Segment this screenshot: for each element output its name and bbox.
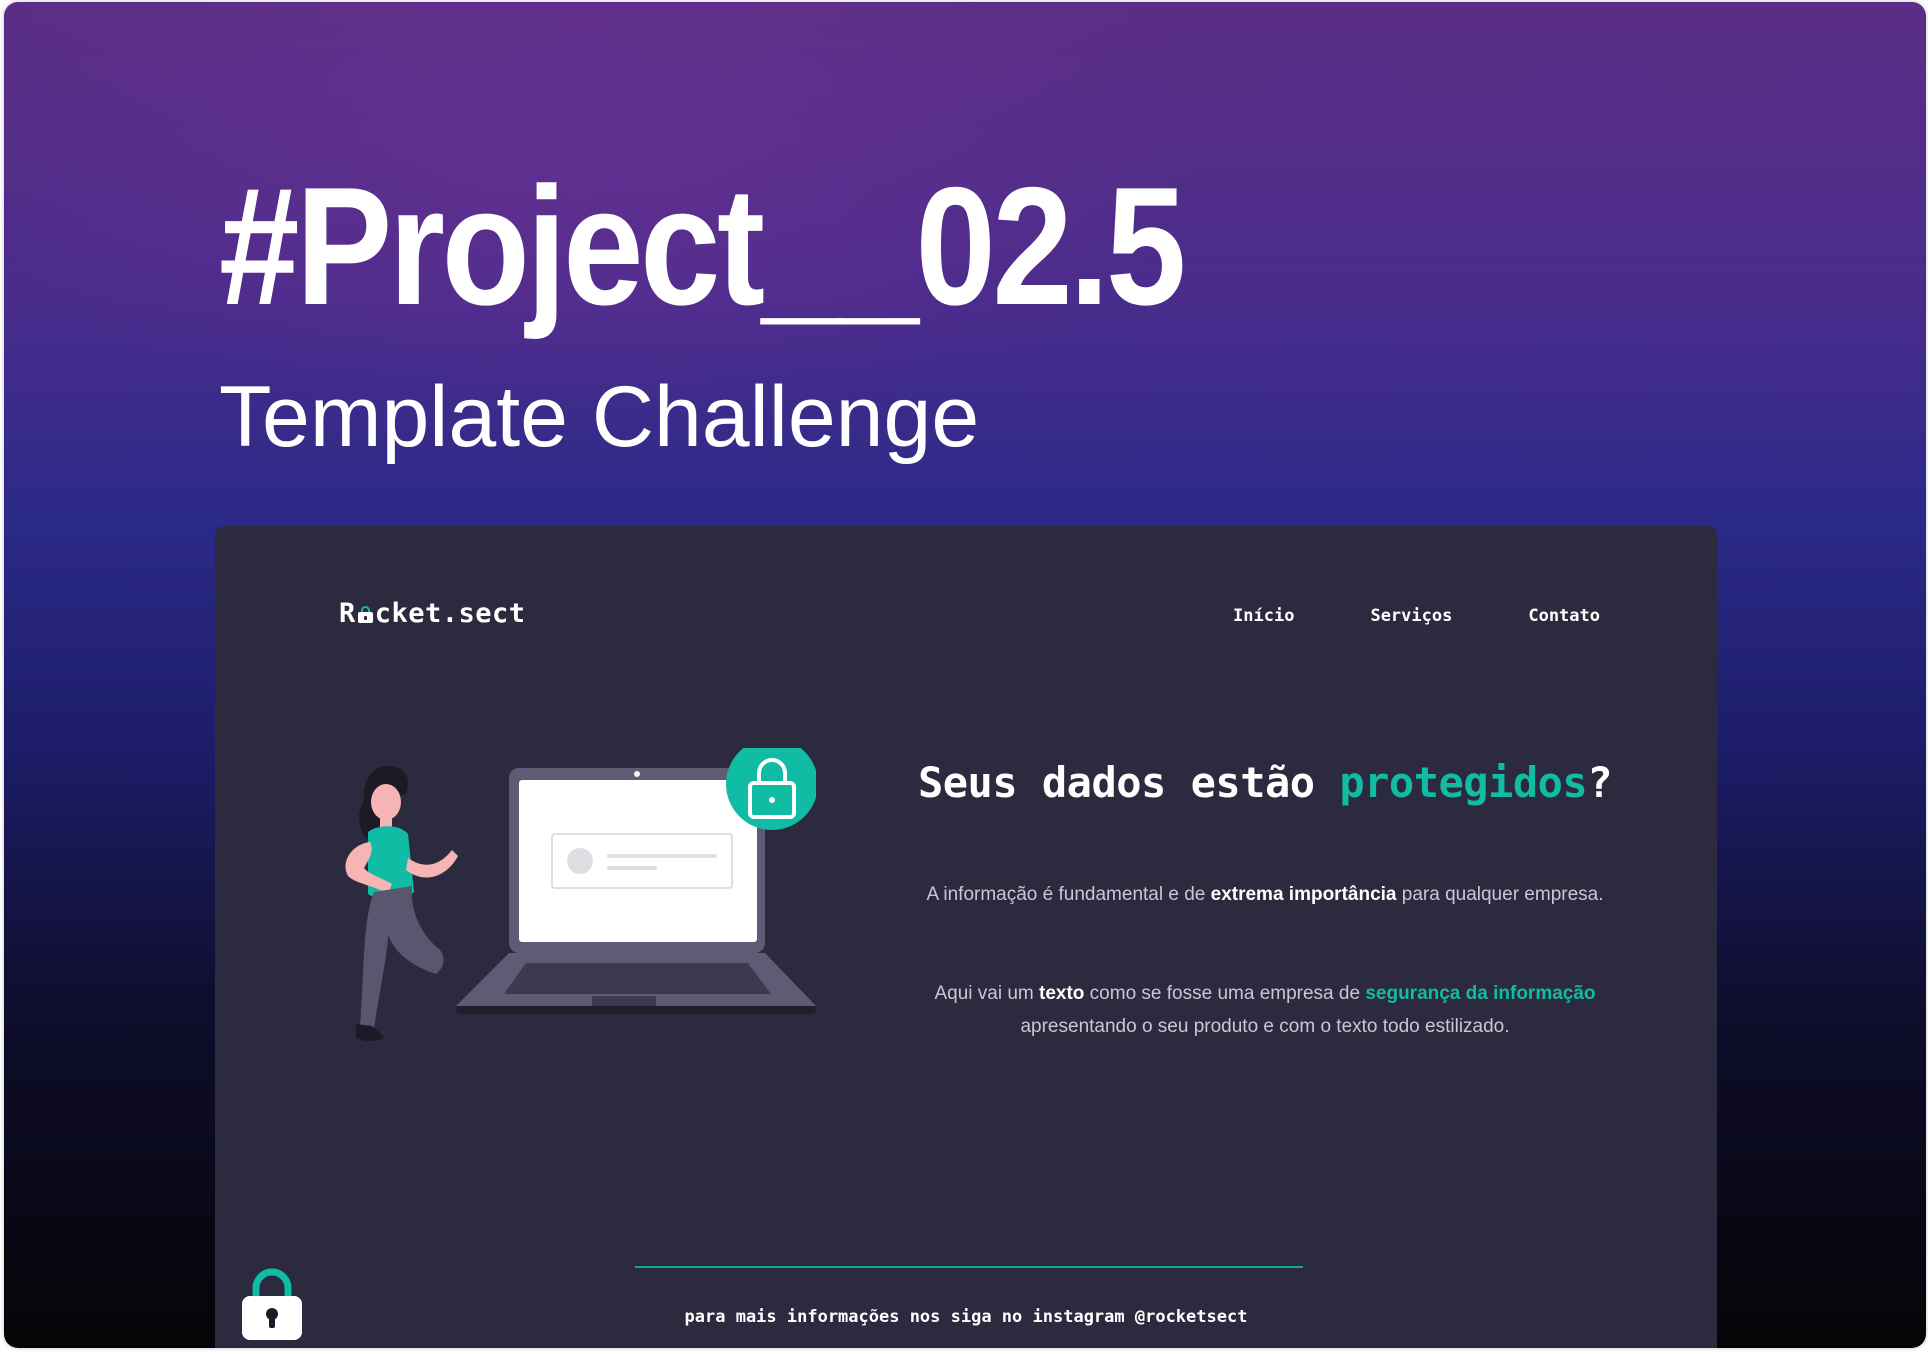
headline-accent: protegidos [1339,758,1588,807]
para2-text-3: apresentando o seu produto e com o texto… [1020,1016,1510,1037]
para2-text-2: como se fosse uma empresa de [1084,983,1366,1004]
security-illustration [345,748,816,1041]
corner-lock-icon [242,1268,302,1340]
logo-prefix: R [339,598,356,629]
logo-suffix: cket.sect [374,598,526,629]
para2-bold: texto [1039,983,1085,1004]
description-paragraph: Aqui vai um texto como se fosse uma empr… [905,977,1625,1043]
para1-text-2: para qualquer empresa. [1396,884,1604,905]
para1-bold: extrema importância [1210,884,1397,905]
site-preview: Rcket.sect Início Serviços Contato Seus … [215,526,1717,1348]
site-nav: Início Serviços Contato [1233,606,1600,626]
para2-accent: segurança da informação [1365,983,1596,1004]
footer-text: para mais informações nos siga no instag… [684,1307,1248,1327]
nav-link-contato[interactable]: Contato [1528,606,1600,626]
para2-text-1: Aqui vai um [934,983,1039,1004]
project-title: #Project__02.5 [219,152,1186,340]
headline-question: ? [1587,758,1613,807]
footer-divider [635,1266,1303,1268]
project-banner: #Project__02.5 Template Challenge Rcket.… [4,2,1926,1348]
nav-link-servicos[interactable]: Serviços [1370,606,1452,626]
project-subtitle: Template Challenge [219,369,980,465]
nav-link-inicio[interactable]: Início [1233,606,1294,626]
para1-text-1: A informação é fundamental e de [926,884,1211,905]
woman-illustration [345,766,458,1041]
site-logo[interactable]: Rcket.sect [339,598,526,629]
intro-paragraph: A informação é fundamental e de extrema … [905,878,1625,911]
hero-headline: Seus dados estão protegidos? [905,758,1625,807]
logo-lock-icon [357,606,373,623]
headline-text: Seus dados estão [917,758,1340,807]
